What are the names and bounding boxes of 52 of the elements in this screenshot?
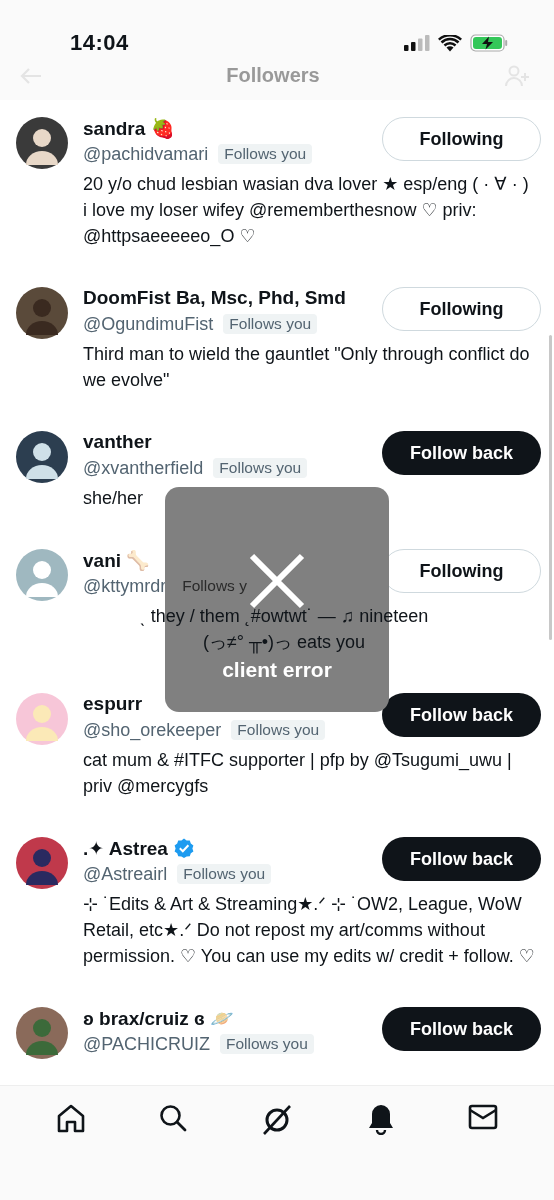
avatar: [16, 1007, 68, 1059]
user-handle: @Astreairl: [83, 863, 168, 885]
avatar: [16, 431, 68, 483]
signal-icon: [404, 35, 430, 51]
user-bio: cat mum & #ITFC supporter | pfp by @Tsugumi_uwu | priv @mercygfs: [83, 749, 513, 798]
follow-back-button[interactable]: Follow back: [382, 693, 541, 737]
follows-you-label: Follows you: [219, 1034, 314, 1054]
slashed-circle-icon[interactable]: [260, 1103, 294, 1137]
notifications-icon[interactable]: [366, 1103, 396, 1135]
home-icon[interactable]: [56, 1103, 86, 1133]
user-name: .✦ Astrea: [83, 836, 168, 860]
user-bio: 20 y/o chud lesbian wasian dva lover ★ esp/eng ( · ∀ · ) i love my loser wifey @rememberthesnow ♡ priv: @httpsaeeeeeo_O ♡: [83, 173, 530, 249]
follows-you-label: Follows you: [213, 458, 308, 478]
follow-back-button[interactable]: Follow back: [382, 431, 541, 475]
following-button[interactable]: Following: [382, 287, 541, 331]
following-button[interactable]: Following: [382, 117, 541, 161]
status-time: 14:04: [70, 30, 129, 56]
user-name: sandra 🍓: [83, 116, 175, 140]
user-bio: Third man to wield the gauntlet "Only through conflict do we evolve": [83, 343, 531, 392]
avatar: [16, 549, 68, 601]
avatar: [16, 117, 68, 169]
avatar: [16, 837, 68, 889]
battery-icon: [470, 34, 508, 52]
error-message: client error: [222, 658, 332, 682]
avatar: [16, 287, 68, 339]
user-name: vanther: [83, 431, 152, 453]
page-title: Followers: [226, 64, 320, 87]
wifi-icon: [438, 34, 462, 52]
verified-icon: [173, 838, 194, 858]
user-name: espurr: [83, 693, 143, 715]
user-bio: she/her: [83, 487, 145, 510]
user-handle: @OgundimuFist: [83, 313, 214, 335]
follows-you-label: Follows y: [181, 576, 248, 596]
user-name: DoomFist Ba, Msc, Phd, Smd: [83, 287, 346, 309]
follow-back-button[interactable]: Follow back: [382, 1007, 541, 1051]
user-name: ʚ brax/cruiz ɞ 🪐: [83, 1006, 235, 1030]
mail-icon[interactable]: [468, 1103, 498, 1131]
follows-you-label: Follows you: [218, 144, 313, 164]
user-name: vani 🦴: [83, 548, 151, 572]
follows-you-label: Follows you: [223, 314, 318, 334]
close-icon: [249, 553, 305, 609]
user-handle: @sho_orekeeper: [83, 719, 222, 741]
avatar: [16, 693, 68, 745]
user-bio: ⊹ ˙Edits & Art & Streaming★.ᐟ ⊹ ˙OW2, League, WoW Retail, etc★.ᐟ Do not repost my art/comms without permission. ♡ You can use my edits w/ credit + follow. ♡: [83, 893, 536, 968]
follows-you-label: Follows you: [177, 864, 272, 884]
user-handle: @pachidvamari: [83, 143, 209, 165]
user-handle: @PACHICRUIZ: [83, 1033, 210, 1055]
user-handle: @kttymrdr: [83, 575, 167, 597]
search-icon[interactable]: [158, 1103, 188, 1133]
user-handle: @xvantherfield: [83, 457, 204, 479]
follows-you-label: Follows you: [231, 720, 326, 740]
follow-back-button[interactable]: Follow back: [382, 837, 541, 881]
